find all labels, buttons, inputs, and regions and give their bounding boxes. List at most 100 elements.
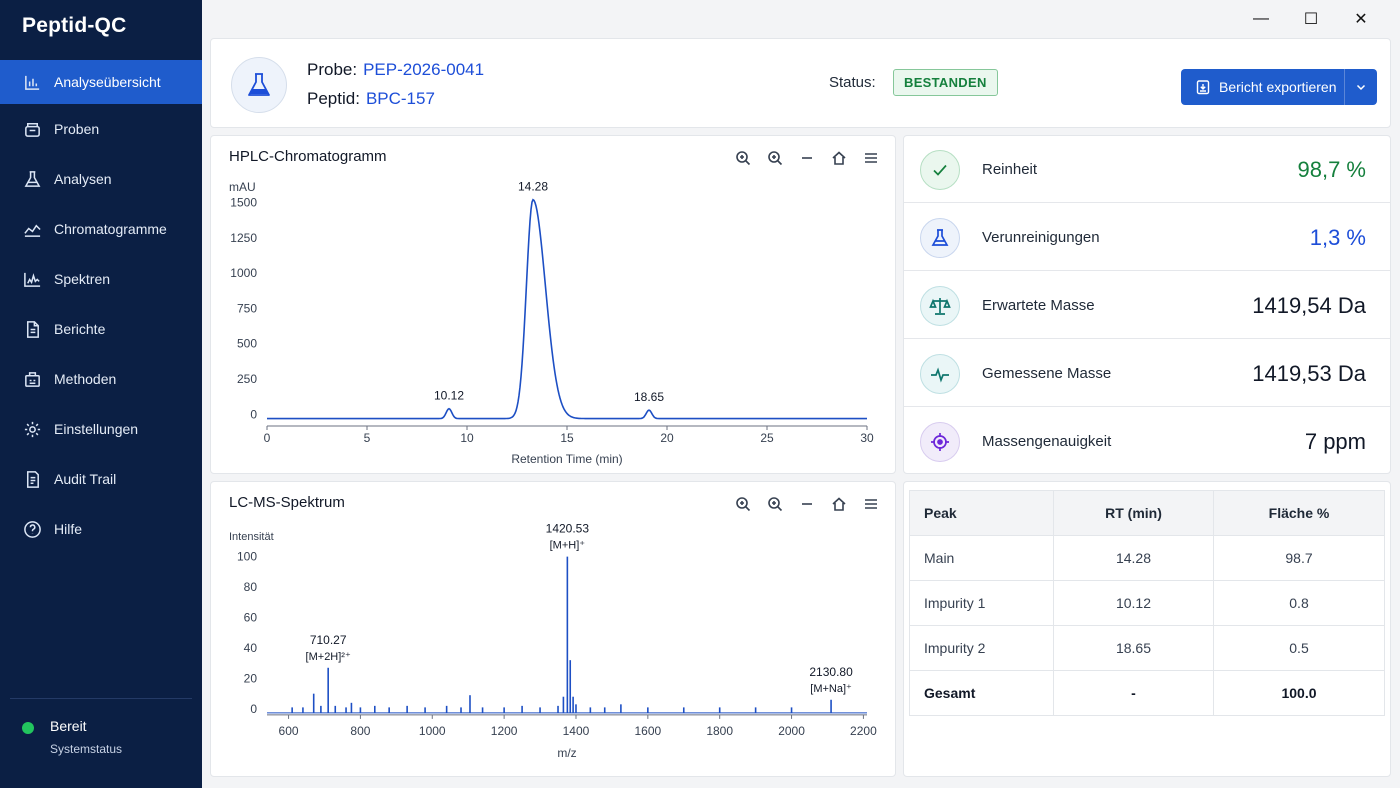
flask-icon <box>920 218 960 258</box>
metric-erwartete-masse: Erwartete Masse 1419,54 Da <box>904 272 1390 339</box>
export-label: Bericht exportieren <box>1219 79 1337 95</box>
metric-label: Reinheit <box>982 161 1038 178</box>
bar-chart-icon <box>22 72 42 92</box>
y-tick-label: 750 <box>237 301 257 315</box>
y-tick-label: 40 <box>244 641 258 655</box>
x-tick-label: 15 <box>560 431 574 445</box>
home-icon[interactable] <box>829 494 849 514</box>
peak-label: 18.65 <box>634 390 664 404</box>
table-cell: Impurity 2 <box>909 625 1054 671</box>
window-controls: — ☐ ✕ <box>1236 8 1386 30</box>
metric-value: 98,7 % <box>1297 157 1367 182</box>
table-total-row[interactable]: Gesamt - 100.0 <box>909 670 1385 716</box>
sidebar-item-chromatogramme[interactable]: Chromatogramme <box>0 204 202 254</box>
zoom-area-icon[interactable] <box>765 494 785 514</box>
hplc-toolbar <box>733 148 881 168</box>
sidebar-item-proben[interactable]: Proben <box>0 104 202 154</box>
sidebar-item-analysen[interactable]: Analysen <box>0 154 202 204</box>
metric-value: 7 ppm <box>1304 429 1366 454</box>
minimize-button[interactable]: — <box>1236 8 1286 30</box>
menu-icon[interactable] <box>861 148 881 168</box>
table-cell: Main <box>909 535 1054 581</box>
table-cell: 0.8 <box>1213 580 1385 626</box>
zoom-area-icon[interactable] <box>765 148 785 168</box>
scale-icon <box>920 286 960 326</box>
chevron-down-icon <box>1356 84 1366 91</box>
metric-label: Massengenauigkeit <box>982 433 1112 450</box>
lcms-chart: 600 800 1000 1200 1400 1600 1800 2000 2200 0 20 40 6… <box>229 522 877 760</box>
app-title: Peptid-QC <box>22 14 127 37</box>
maximize-button[interactable]: ☐ <box>1286 8 1336 30</box>
x-tick-label: 1200 <box>491 724 518 738</box>
column-header[interactable]: RT (min) <box>1053 490 1214 536</box>
zoom-in-icon[interactable] <box>733 494 753 514</box>
metric-verunreinigungen: Verunreinigungen 1,3 % <box>904 204 1390 271</box>
sidebar-item-label: Einstellungen <box>54 421 139 437</box>
sidebar-item-label: Spektren <box>54 271 111 287</box>
y-tick-label: 60 <box>244 611 258 625</box>
sidebar-item-label: Analysen <box>54 171 112 187</box>
x-tick-label: 10 <box>460 431 474 445</box>
y-tick-label: 100 <box>237 550 257 564</box>
table-row[interactable]: Impurity 2 18.65 0.5 <box>909 625 1385 671</box>
chromatogram-trace <box>267 198 867 420</box>
y-tick-label: 1000 <box>230 266 257 280</box>
sidebar-item-hilfe[interactable]: Hilfe <box>0 504 202 554</box>
lcms-chart-title: LC-MS-Spektrum <box>229 494 345 511</box>
table-row[interactable]: Main 14.28 98.7 <box>909 535 1385 581</box>
sidebar-item-spektren[interactable]: Spektren <box>0 254 202 304</box>
export-main[interactable]: Bericht exportieren <box>1181 69 1345 105</box>
sidebar-item-methoden[interactable]: Methoden <box>0 354 202 404</box>
peak-ion-label: [M+H]⁺ <box>550 540 586 552</box>
sidebar-item-einstellungen[interactable]: Einstellungen <box>0 404 202 454</box>
probe-row: Probe: PEP-2026-0041 <box>307 60 484 80</box>
zoom-out-icon[interactable] <box>797 494 817 514</box>
zoom-in-icon[interactable] <box>733 148 753 168</box>
home-icon[interactable] <box>829 148 849 168</box>
metric-reinheit: Reinheit 98,7 % <box>904 136 1390 203</box>
x-tick-label: 1600 <box>634 724 661 738</box>
sidebar-item-label: Audit Trail <box>54 471 117 487</box>
x-axis-label: Retention Time (min) <box>511 452 622 466</box>
table-row[interactable]: Impurity 1 10.12 0.8 <box>909 580 1385 626</box>
export-dropdown-toggle[interactable] <box>1345 81 1377 93</box>
sidebar-item-label: Proben <box>54 121 100 137</box>
hplc-chart-panel: 0 5 10 15 20 25 30 0 250 500 750 1000 1250 1500 mAU Ret… <box>210 135 896 474</box>
table-cell: - <box>1053 670 1214 716</box>
flask-icon <box>231 57 287 113</box>
close-button[interactable]: ✕ <box>1336 8 1386 30</box>
metric-label: Gemessene Masse <box>982 365 1112 382</box>
y-axis-label: Intensität <box>229 531 274 543</box>
metric-gemessene-masse: Gemessene Masse 1419,53 Da <box>904 340 1390 407</box>
status-label: Bereit <box>50 718 87 734</box>
sidebar-item-analyseuebersicht[interactable]: Analyseübersicht <box>0 60 202 104</box>
menu-icon[interactable] <box>861 494 881 514</box>
peptid-row: Peptid: BPC-157 <box>307 89 435 109</box>
export-report-button[interactable]: Bericht exportieren <box>1181 69 1377 105</box>
x-tick-label: 2200 <box>850 724 877 738</box>
check-icon <box>920 150 960 190</box>
x-tick-label: 5 <box>364 431 371 445</box>
x-tick-label: 1000 <box>419 724 446 738</box>
methods-icon <box>22 369 42 389</box>
metric-label: Erwartete Masse <box>982 297 1095 314</box>
peptid-label: Peptid: <box>307 89 360 108</box>
lcms-toolbar <box>733 494 881 514</box>
peptid-value: BPC-157 <box>365 89 435 108</box>
y-axis-label: mAU <box>229 180 256 194</box>
column-header[interactable]: Fläche % <box>1213 490 1385 536</box>
y-tick-label: 20 <box>244 671 258 685</box>
y-tick-label: 1500 <box>230 195 257 209</box>
sidebar-item-audit-trail[interactable]: Audit Trail <box>0 454 202 504</box>
metric-value: 1,3 % <box>1309 225 1366 250</box>
peak-label: 14.28 <box>518 180 548 194</box>
table-cell: Impurity 1 <box>909 580 1054 626</box>
table-cell: 10.12 <box>1053 580 1214 626</box>
y-tick-label: 0 <box>250 702 257 716</box>
sidebar-item-berichte[interactable]: Berichte <box>0 304 202 354</box>
sidebar-item-label: Methoden <box>54 371 117 387</box>
zoom-out-icon[interactable] <box>797 148 817 168</box>
metrics-panel: Reinheit 98,7 % Verunreinigungen 1,3 % E… <box>903 135 1391 474</box>
x-tick-label: 1800 <box>706 724 733 738</box>
column-header[interactable]: Peak <box>909 490 1054 536</box>
